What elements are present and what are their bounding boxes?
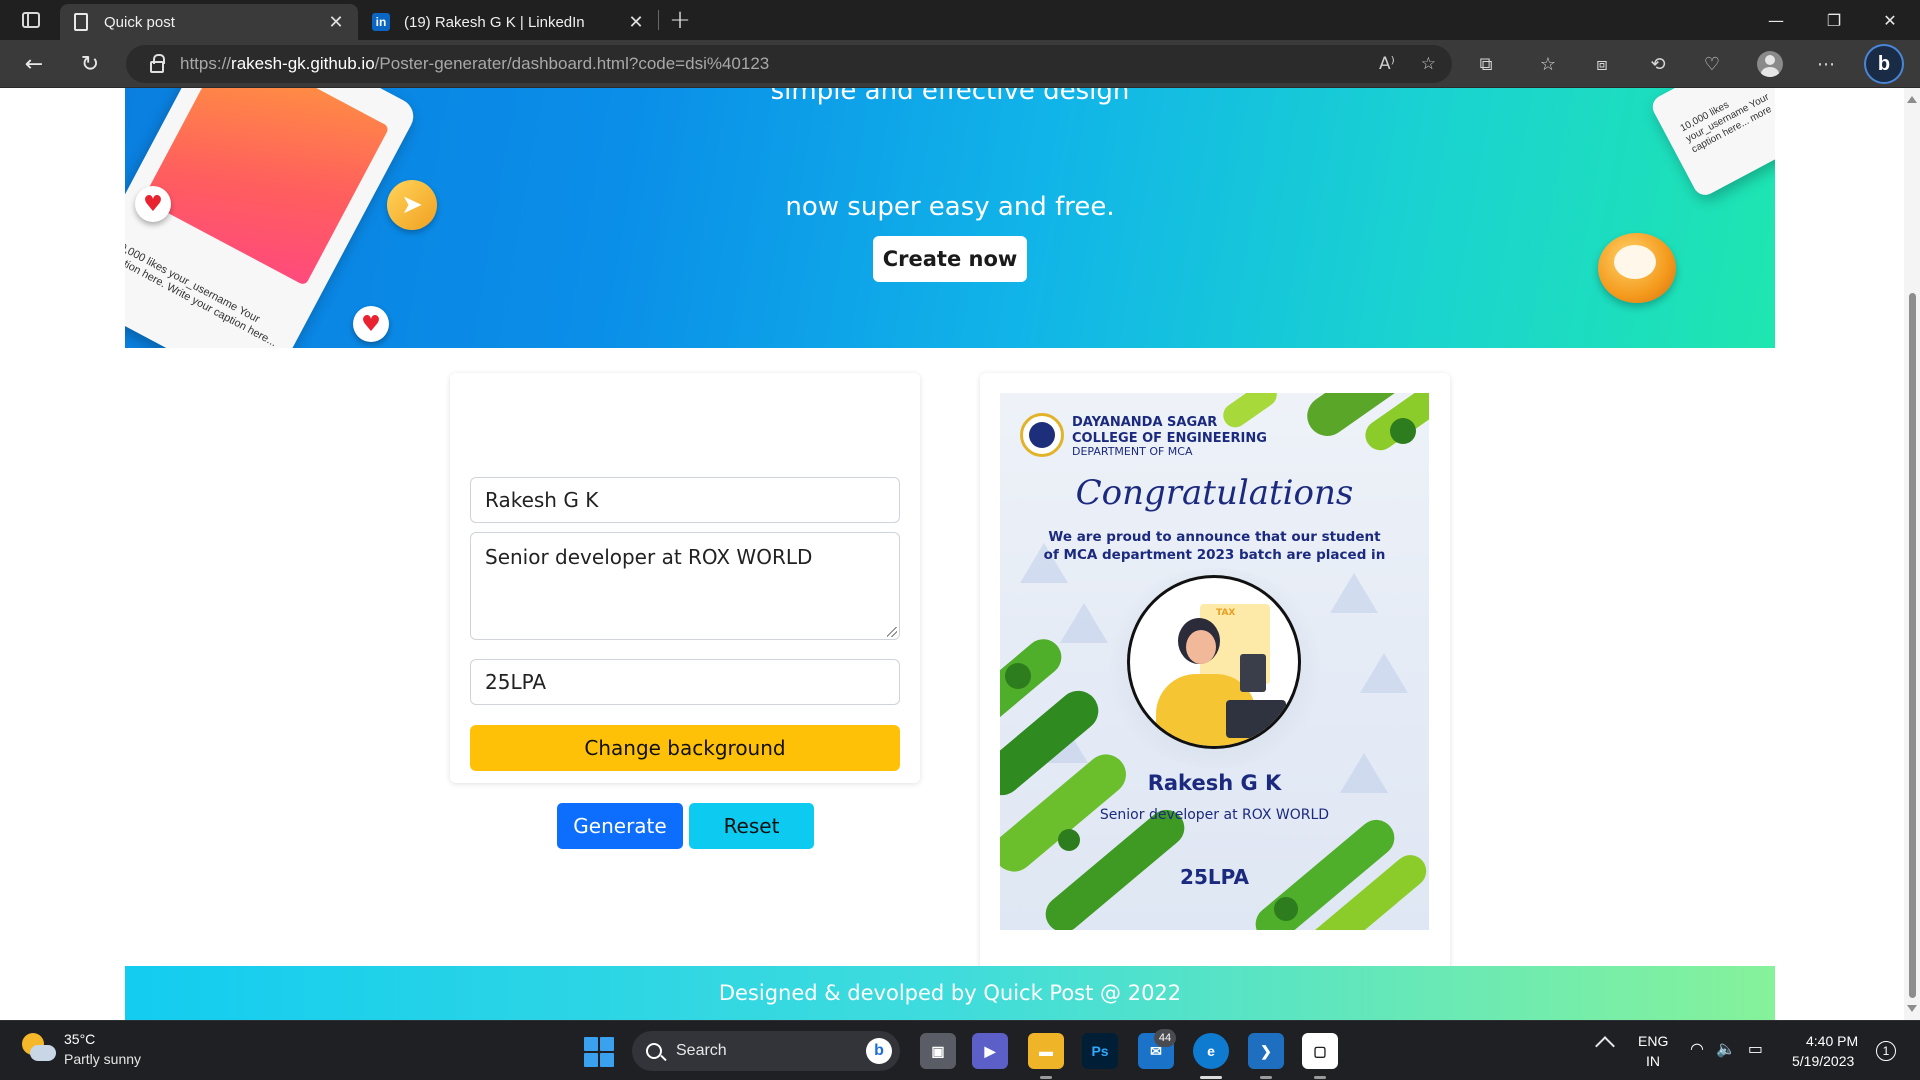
bing-chat-icon[interactable]: b xyxy=(1864,44,1904,84)
address-bar[interactable]: https://rakesh-gk.github.io/Poster-gener… xyxy=(126,45,1452,83)
window-app-icon[interactable]: ▢ xyxy=(1302,1033,1338,1069)
close-window-button[interactable]: ✕ xyxy=(1862,0,1918,40)
tab-divider xyxy=(658,10,659,30)
chevron-up-icon[interactable] xyxy=(1595,1036,1615,1056)
college-logo-icon xyxy=(1020,413,1064,457)
role-textarea[interactable]: Senior developer at ROX WORLD xyxy=(470,532,900,640)
vscode-icon[interactable]: ❯ xyxy=(1248,1033,1284,1069)
poster-package: 25LPA xyxy=(1180,865,1249,889)
browser-toolbar: ← ↻ https://rakesh-gk.github.io/Poster-g… xyxy=(0,40,1920,88)
heart-icon: ♥ xyxy=(353,306,389,342)
document-icon xyxy=(74,13,88,31)
lock-icon[interactable] xyxy=(150,54,165,73)
tab-title: Quick post xyxy=(104,13,175,31)
url-text[interactable]: https://rakesh-gk.github.io/Poster-gener… xyxy=(180,54,769,74)
more-menu-icon[interactable]: ⋯ xyxy=(1808,48,1844,80)
windows-start-icon[interactable] xyxy=(584,1037,614,1067)
wifi-icon[interactable]: ◠ xyxy=(1690,1039,1704,1058)
page-viewport: 10,000 likes your_username Your caption … xyxy=(0,88,1904,1020)
add-favorite-icon[interactable]: ☆ xyxy=(1421,54,1436,74)
notification-badge[interactable]: 1 xyxy=(1876,1041,1896,1061)
windows-taskbar: 35°C Partly sunny Search b ▣ ▶ ▬ Ps ✉ 44… xyxy=(0,1020,1920,1080)
weather-description[interactable]: Partly sunny xyxy=(64,1051,141,1067)
photo-tag: TAX xyxy=(1216,608,1236,618)
generate-button[interactable]: Generate xyxy=(557,803,683,849)
student-photo: TAX xyxy=(1127,575,1301,749)
linkedin-icon: in xyxy=(372,13,390,31)
language-indicator[interactable]: ENG xyxy=(1638,1033,1668,1049)
volume-icon[interactable]: 🔈 xyxy=(1716,1039,1736,1058)
poster-student-role: Senior developer at ROX WORLD xyxy=(1099,807,1330,823)
file-explorer-icon[interactable]: ▬ xyxy=(1028,1033,1064,1069)
announcement-text: We are proud to announce that our studen… xyxy=(1043,529,1386,563)
taskbar-search[interactable]: Search b xyxy=(632,1031,900,1071)
new-tab-button[interactable]: + xyxy=(664,4,696,36)
poster-student-name: Rakesh G K xyxy=(1147,771,1282,795)
tab-actions-icon[interactable] xyxy=(14,8,48,32)
history-icon[interactable]: ⟲ xyxy=(1640,48,1676,80)
scroll-up-icon[interactable] xyxy=(1907,96,1917,103)
create-now-button[interactable]: Create now xyxy=(873,236,1027,282)
college-name: DAYANANDA SAGAR COLLEGE OF ENGINEERING xyxy=(1072,415,1267,446)
hero-subtitle-partial: simple and effective design xyxy=(770,88,1130,106)
scroll-thumb[interactable] xyxy=(1909,293,1916,998)
tab-linkedin[interactable]: in (19) Rakesh G K | LinkedIn ✕ xyxy=(362,4,658,40)
bing-icon: b xyxy=(866,1038,892,1064)
close-tab-icon[interactable]: ✕ xyxy=(622,8,650,36)
tab-title: (19) Rakesh G K | LinkedIn xyxy=(404,13,585,31)
clock-date[interactable]: 5/19/2023 xyxy=(1792,1053,1854,1069)
congratulations-heading: Congratulations xyxy=(1075,473,1354,513)
search-icon xyxy=(646,1043,662,1059)
role-text: Senior developer at ROX WORLD xyxy=(485,545,813,569)
mail-badge: 44 xyxy=(1154,1029,1176,1047)
page-footer: Designed & devolped by Quick Post @ 2022 xyxy=(125,966,1775,1020)
battery-icon[interactable]: ▭ xyxy=(1748,1039,1763,1058)
change-background-button[interactable]: Change background xyxy=(470,725,900,771)
profile-avatar-icon[interactable] xyxy=(1752,48,1788,80)
poster-preview-card: DAYANANDA SAGAR COLLEGE OF ENGINEERING D… xyxy=(980,373,1450,1020)
close-tab-icon[interactable]: ✕ xyxy=(322,8,350,36)
poster-form: Rakesh G K Senior developer at ROX WORLD… xyxy=(450,373,920,849)
resize-grip-icon[interactable] xyxy=(887,627,897,637)
search-label: Search xyxy=(676,1042,727,1059)
extensions-icon[interactable]: ⧉ xyxy=(1468,48,1504,80)
read-aloud-icon[interactable]: A⁾ xyxy=(1379,54,1395,74)
scroll-down-icon[interactable] xyxy=(1907,1005,1917,1012)
department-name: DEPARTMENT OF MCA xyxy=(1072,445,1193,458)
restore-button[interactable]: ❐ xyxy=(1806,0,1862,40)
collections-icon[interactable]: ⧈ xyxy=(1584,48,1620,80)
package-input[interactable]: 25LPA xyxy=(470,659,900,705)
hero-subtitle: now super easy and free. xyxy=(785,192,1115,222)
reset-button[interactable]: Reset xyxy=(689,803,814,849)
poster-preview: DAYANANDA SAGAR COLLEGE OF ENGINEERING D… xyxy=(1000,393,1429,930)
back-arrow-icon[interactable]: ← xyxy=(16,48,52,80)
weather-temperature[interactable]: 35°C xyxy=(64,1031,95,1047)
browser-essentials-icon[interactable]: ♡ xyxy=(1694,48,1730,80)
favorites-icon[interactable]: ☆ xyxy=(1530,48,1566,80)
browser-tab-bar: Quick post ✕ in (19) Rakesh G K | Linked… xyxy=(0,0,1920,40)
edge-icon[interactable]: e xyxy=(1193,1033,1229,1069)
clock-time[interactable]: 4:40 PM xyxy=(1806,1033,1858,1049)
hero-banner: 10,000 likes your_username Your caption … xyxy=(125,88,1775,348)
photoshop-icon[interactable]: Ps xyxy=(1082,1033,1118,1069)
tab-quick-post[interactable]: Quick post ✕ xyxy=(60,4,358,40)
name-input[interactable]: Rakesh G K xyxy=(470,477,900,523)
task-view-icon[interactable]: ▣ xyxy=(920,1033,956,1069)
minimize-button[interactable]: — xyxy=(1748,0,1804,40)
weather-icon[interactable] xyxy=(22,1033,56,1067)
teams-chat-icon[interactable]: ▶ xyxy=(972,1033,1008,1069)
page-scrollbar[interactable] xyxy=(1904,88,1920,1020)
comment-bubble-icon xyxy=(1598,233,1676,303)
region-indicator[interactable]: IN xyxy=(1646,1053,1660,1069)
refresh-icon[interactable]: ↻ xyxy=(72,48,108,80)
